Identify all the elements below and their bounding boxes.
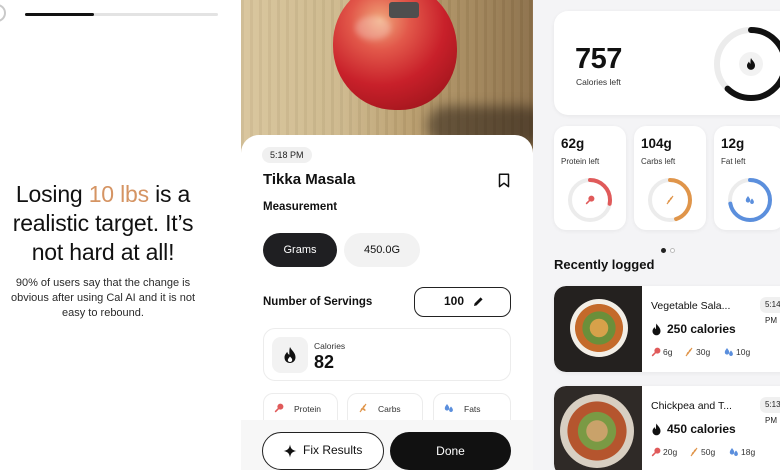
headline-accent: 10 lbs xyxy=(88,181,149,207)
drumstick-icon xyxy=(651,447,661,457)
progress-bar-fill xyxy=(25,13,95,16)
fat-ring xyxy=(728,178,772,222)
back-icon[interactable] xyxy=(0,4,6,22)
entry-calories-text: 250 calories xyxy=(667,322,736,336)
flame-icon xyxy=(652,323,661,336)
headline-pre: Losing xyxy=(15,181,89,207)
droplets-icon xyxy=(444,404,453,412)
carbs-ring xyxy=(648,178,692,222)
fix-results-button[interactable]: Fix Results xyxy=(262,432,384,470)
protein-left-value: 62g xyxy=(561,136,585,151)
drumstick-icon xyxy=(274,403,284,413)
entry-fats-value: 18g xyxy=(741,447,756,457)
protein-label: Protein xyxy=(294,404,321,414)
measurement-label: Measurement xyxy=(263,201,338,213)
entry-fats: 18g xyxy=(729,447,755,457)
carbs-left-label: Carbs left xyxy=(641,157,676,166)
wheat-icon xyxy=(666,195,674,205)
calories-left-value: 757 xyxy=(575,43,622,75)
flame-icon xyxy=(284,347,296,363)
entry-time: 5:14 PM xyxy=(760,297,780,325)
entry-carbs-value: 50g xyxy=(701,447,716,457)
calories-card: Calories 82 xyxy=(263,328,511,381)
headline: Losing 10 lbs is a realistic target. It’… xyxy=(0,180,206,267)
carbs-left-value: 104g xyxy=(641,136,672,151)
fat-left-card[interactable]: 12g Fat left xyxy=(714,126,780,230)
wheat-icon xyxy=(359,403,367,413)
subtext: 90% of users say that the change is obvi… xyxy=(10,277,196,319)
calories-left-card[interactable]: 757 Calories left xyxy=(554,11,780,115)
entry-calories: 250 calories xyxy=(651,322,736,336)
page-dot[interactable] xyxy=(670,248,675,253)
calories-ring xyxy=(714,27,780,101)
drumstick-icon xyxy=(651,347,661,357)
fix-results-label: Fix Results xyxy=(303,443,363,457)
page-dots[interactable] xyxy=(661,240,679,258)
carbs-left-card[interactable]: 104g Carbs left xyxy=(634,126,706,230)
entry-protein: 6g xyxy=(651,347,672,357)
droplets-icon xyxy=(745,196,754,204)
page-dot-active[interactable] xyxy=(661,248,666,253)
entry-fats: 10g xyxy=(724,347,750,357)
dashboard-panel: 757 Calories left 62g Protein left 104g … xyxy=(533,0,780,470)
unit-grams-button[interactable]: Grams xyxy=(263,233,337,267)
entry-protein: 20g xyxy=(651,447,677,457)
servings-value: 100 xyxy=(444,294,465,308)
entry-calories: 450 calories xyxy=(651,422,736,436)
droplets-icon xyxy=(724,348,733,356)
calories-icon-box xyxy=(272,337,308,373)
sparkle-icon xyxy=(283,444,297,458)
carbs-label: Carbs xyxy=(378,404,401,414)
entry-name: Vegetable Sala... xyxy=(651,300,731,312)
done-button[interactable]: Done xyxy=(390,432,511,470)
time-pill: 5:18 PM xyxy=(262,147,312,163)
protein-ring xyxy=(568,178,612,222)
protein-left-label: Protein left xyxy=(561,157,600,166)
entry-time: 5:13 PM xyxy=(760,397,780,425)
droplets-icon xyxy=(729,448,738,456)
list-item[interactable]: Vegetable Sala... 5:14 PM 250 calories 6… xyxy=(554,286,780,372)
wheat-icon xyxy=(690,447,698,457)
pencil-icon xyxy=(474,297,483,306)
entry-calories-text: 450 calories xyxy=(667,422,736,436)
calories-label: Calories xyxy=(314,341,346,351)
servings-input[interactable]: 100 xyxy=(414,287,511,317)
calories-value: 82 xyxy=(314,352,335,372)
entry-carbs-value: 30g xyxy=(696,347,711,357)
fats-label: Fats xyxy=(464,404,481,414)
onboarding-panel: Losing 10 lbs is a realistic target. It’… xyxy=(0,0,241,470)
entry-protein-value: 6g xyxy=(663,347,673,357)
entry-carbs: 50g xyxy=(689,447,715,457)
fat-left-label: Fat left xyxy=(721,157,746,166)
drumstick-icon xyxy=(585,195,595,205)
entry-name: Chickpea and T... xyxy=(651,400,732,412)
food-thumbnail xyxy=(554,286,642,372)
flame-icon xyxy=(652,423,661,436)
entry-protein-value: 20g xyxy=(663,447,678,457)
entry-carbs: 30g xyxy=(684,347,710,357)
entry-fats-value: 10g xyxy=(736,347,751,357)
list-item[interactable]: Chickpea and T... 5:13 PM 450 calories 2… xyxy=(554,386,780,470)
food-thumbnail xyxy=(554,386,642,470)
fat-left-value: 12g xyxy=(721,136,745,151)
food-title: Tikka Masala xyxy=(263,171,356,188)
protein-left-card[interactable]: 62g Protein left xyxy=(554,126,626,230)
scan-result-panel: 5:18 PM Tikka Masala Measurement Grams 4… xyxy=(241,0,533,470)
recently-logged-title: Recently logged xyxy=(554,257,655,272)
progress-bar xyxy=(25,13,218,16)
wheat-icon xyxy=(685,347,693,357)
bookmark-icon[interactable] xyxy=(498,173,510,188)
unit-value-button[interactable]: 450.0G xyxy=(344,233,420,267)
calories-left-label: Calories left xyxy=(576,77,621,87)
servings-label: Number of Servings xyxy=(263,296,373,308)
